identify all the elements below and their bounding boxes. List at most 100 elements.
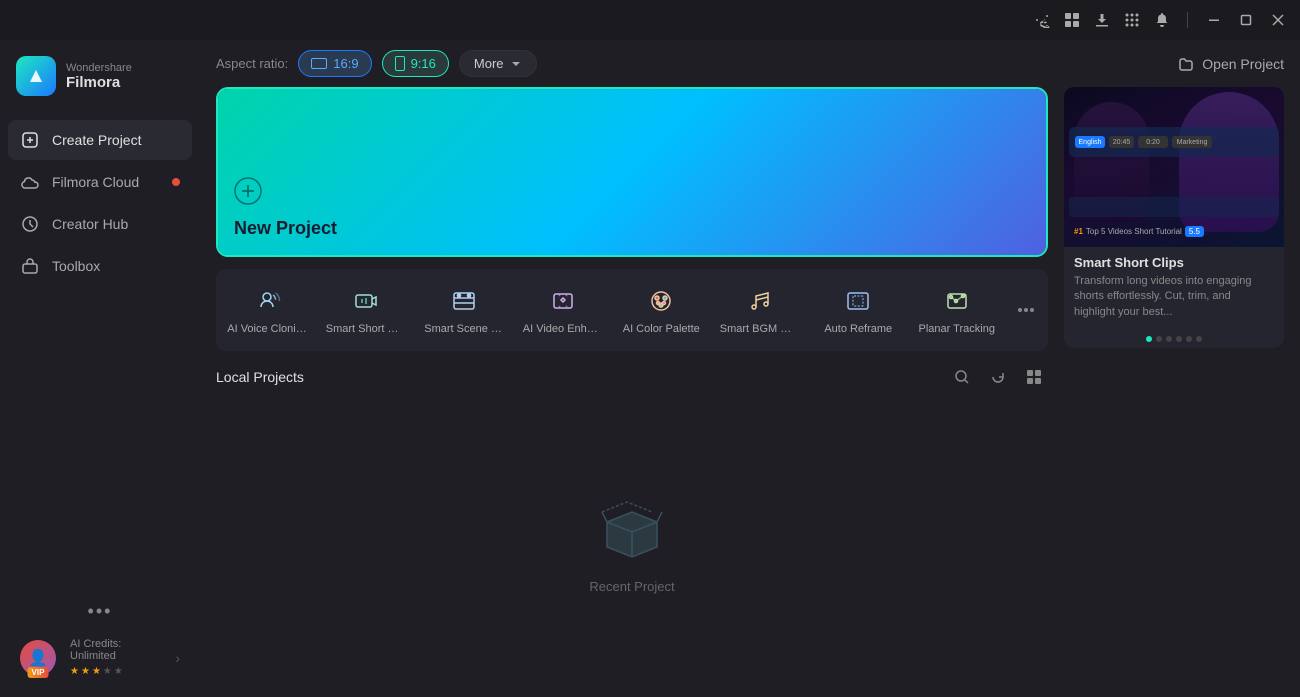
sidebar-item-creator-hub[interactable]: Creator Hub [8,204,192,244]
promo-rank-hash: #1 [1074,227,1083,236]
cloud-badge [172,178,180,186]
promo-desc: Transform long videos into engaging shor… [1064,274,1284,330]
folder-icon [1178,56,1194,72]
auto-reframe-tool[interactable]: Auto Reframe [811,277,906,343]
more-aspect-button[interactable]: More [459,50,537,77]
logo-icon [16,56,56,96]
planar-tracking-tool[interactable]: Planar Tracking [910,277,1005,343]
search-projects-button[interactable] [948,363,976,391]
right-panel: New English 20:45 0:20 Marketing [1064,87,1284,681]
ai-voice-cloning-tool[interactable]: AI Voice Cloning [220,277,315,343]
smart-scene-cut-icon [448,285,480,317]
content-area: Aspect ratio: 16:9 9:16 More Open Projec… [200,40,1300,697]
promo-ui-tag1: English [1075,136,1105,148]
planar-tracking-label: Planar Tracking [919,323,995,335]
sidebar-nav: Create Project Filmora Cloud Creator Hub [0,120,200,286]
toolbox-label: Toolbox [52,258,100,274]
16-9-label: 16:9 [333,56,358,71]
star-2: ★ [81,666,90,677]
smart-short-clips-tool[interactable]: Smart Short Cli... [319,277,414,343]
close-button[interactable] [1268,10,1288,30]
star-1: ★ [70,666,79,677]
ai-credits-label: AI Credits: Unlimited [70,638,167,662]
promo-dot-2[interactable] [1156,336,1162,342]
star-4: ★ [103,666,112,677]
new-project-label: New Project [234,218,1030,239]
new-project-card[interactable]: New Project [216,87,1048,257]
promo-dot-1[interactable] [1146,336,1152,342]
promo-ui-tag4: Marketing [1172,136,1212,148]
filmora-cloud-icon [20,172,40,192]
sidebar-item-filmora-cloud[interactable]: Filmora Cloud [8,162,192,202]
promo-dots [1064,330,1284,348]
local-projects-section: Local Projects [216,363,1048,681]
top-bar: Aspect ratio: 16:9 9:16 More Open Projec… [200,40,1300,87]
grid-icon[interactable] [1063,11,1081,29]
user-area[interactable]: 👤 VIP AI Credits: Unlimited ★ ★ ★ ★ ★ › [8,630,192,685]
download-icon[interactable] [1093,11,1111,29]
open-project-button[interactable]: Open Project [1178,56,1284,72]
titlebar [0,0,1300,40]
smart-short-clips-label: Smart Short Cli... [326,323,406,335]
promo-dot-6[interactable] [1196,336,1202,342]
user-avatar-wrap: 👤 VIP [20,640,56,676]
ai-voice-cloning-label: AI Voice Cloning [227,323,307,335]
aspect-ratio-label: Aspect ratio: [216,56,288,71]
sidebar-item-toolbox[interactable]: Toolbox [8,246,192,286]
star-3: ★ [92,666,101,677]
ai-color-palette-label: AI Color Palette [623,323,700,335]
notification-icon[interactable] [1153,11,1171,29]
smart-bgm-gen-tool[interactable]: Smart BGM Ge... [713,277,808,343]
promo-title: Smart Short Clips [1064,247,1284,274]
smart-scene-cut-tool[interactable]: Smart Scene Cut [417,277,512,343]
refresh-projects-button[interactable] [984,363,1012,391]
ai-tools-more-button[interactable] [1008,292,1044,328]
titlebar-icons [1033,10,1288,30]
logo-text: Wondershare Filmora [66,62,132,91]
minimize-button[interactable] [1204,10,1224,30]
main-content: New Project AI Voice Cloning [200,87,1300,697]
promo-dot-3[interactable] [1166,336,1172,342]
promo-dot-5[interactable] [1186,336,1192,342]
sidebar-bottom: ••• 👤 VIP AI Credits: Unlimited ★ ★ ★ ★ … [0,581,200,697]
expand-icon: › [175,650,180,666]
smart-bgm-gen-icon [744,285,776,317]
titlebar-separator [1187,12,1188,28]
ai-video-enhance-tool[interactable]: AI Video Enhan... [516,277,611,343]
ai-voice-cloning-icon [251,285,283,317]
ai-video-enhance-icon [547,285,579,317]
auto-reframe-label: Auto Reframe [824,323,892,335]
empty-state-label: Recent Project [589,579,674,594]
share-icon[interactable] [1033,11,1051,29]
star-5: ★ [114,666,123,677]
empty-box-icon [592,487,672,567]
promo-rank-display: #1 Top 5 Videos Short Tutorial 5.5 [1074,226,1204,237]
aspect-9-16-button[interactable]: 9:16 [382,50,449,77]
grid-view-button[interactable] [1020,363,1048,391]
smart-short-clips-icon [350,285,382,317]
9-16-label: 9:16 [411,56,436,71]
sidebar: Wondershare Filmora Create Project Filmo… [0,40,200,697]
star-rating: ★ ★ ★ ★ ★ [70,666,167,677]
maximize-button[interactable] [1236,10,1256,30]
aspect-16-9-button[interactable]: 16:9 [298,50,371,77]
filmora-cloud-label: Filmora Cloud [52,174,139,190]
promo-rank-num: 5.5 [1185,226,1204,237]
creator-hub-icon [20,214,40,234]
open-project-label: Open Project [1202,56,1284,72]
smart-bgm-gen-label: Smart BGM Ge... [720,323,800,335]
left-panel: New Project AI Voice Cloning [216,87,1048,681]
app-logo: Wondershare Filmora [0,40,200,112]
new-project-gradient: New Project [218,89,1046,255]
promo-card: New English 20:45 0:20 Marketing [1064,87,1284,348]
sidebar-item-create-project[interactable]: Create Project [8,120,192,160]
brand-name: Wondershare [66,62,132,74]
ai-color-palette-tool[interactable]: AI Color Palette [614,277,709,343]
vip-badge: VIP [28,667,49,678]
16-9-icon [311,58,327,69]
main-layout: Wondershare Filmora Create Project Filmo… [0,40,1300,697]
apps-icon[interactable] [1123,11,1141,29]
more-label: More [474,56,504,71]
more-options-button[interactable]: ••• [8,593,192,630]
promo-dot-4[interactable] [1176,336,1182,342]
